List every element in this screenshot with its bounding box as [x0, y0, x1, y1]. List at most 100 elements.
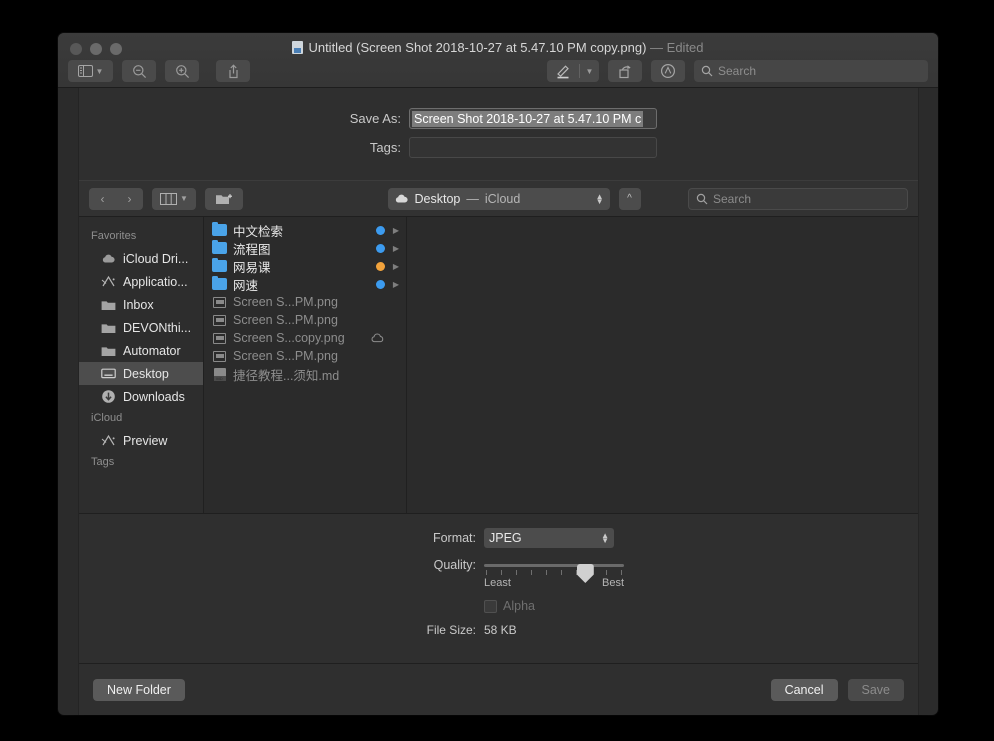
- sidebar-item-label: DEVONthi...: [123, 320, 192, 335]
- tags-label: Tags:: [369, 140, 401, 155]
- file-row[interactable]: Screen S...PM.png: [204, 293, 406, 311]
- file-row[interactable]: Screen S...copy.png: [204, 329, 406, 347]
- save-as-block: Save As: Screen Shot 2018-10-27 at 5.47.…: [79, 88, 918, 180]
- forward-button[interactable]: ›: [116, 187, 143, 210]
- file-size-value: 58 KB: [484, 623, 517, 637]
- markup-button[interactable]: ▼: [547, 60, 599, 82]
- new-folder-button[interactable]: [205, 187, 243, 210]
- save-button[interactable]: Save: [847, 678, 904, 701]
- sidebar-item-preview[interactable]: Preview: [79, 429, 203, 452]
- file-row[interactable]: 捷径教程...须知.md: [204, 365, 406, 383]
- disclosure-triangle-icon[interactable]: ▶: [391, 244, 401, 253]
- browser-search-placeholder: Search: [713, 191, 752, 206]
- applications-icon: [101, 275, 116, 289]
- tags-row: Tags:: [79, 137, 918, 158]
- image-file-icon: [212, 314, 227, 327]
- file-name: 捷径教程...须知.md: [233, 368, 340, 383]
- file-name: Screen S...PM.png: [233, 295, 338, 309]
- format-row: Format: JPEG ▲ ▼: [79, 528, 918, 548]
- browser-search-field[interactable]: Search: [688, 187, 908, 210]
- sidebar-item-inbox[interactable]: Inbox: [79, 293, 203, 316]
- file-row[interactable]: Screen S...PM.png: [204, 311, 406, 329]
- blue-folder-icon: [212, 221, 227, 237]
- preview-window: Untitled (Screen Shot 2018-10-27 at 5.47…: [58, 33, 938, 715]
- marker-pen-icon: [547, 60, 579, 82]
- downloads-arrow-icon: [101, 390, 116, 404]
- file-name: 流程图: [233, 242, 271, 257]
- sidebar-item-label: Downloads: [123, 389, 185, 404]
- sidebar-section-favorites: Favorites: [91, 230, 137, 242]
- sidebar-toggle-button[interactable]: ▼: [68, 60, 113, 82]
- file-row[interactable]: 中文检索 ▶: [204, 221, 406, 239]
- tags-input[interactable]: [409, 137, 657, 158]
- location-popup-button[interactable]: Desktop — iCloud ▲ ▼: [387, 187, 610, 210]
- toolbar-search-placeholder: Search: [718, 64, 757, 78]
- folder-icon: [101, 344, 116, 358]
- disclosure-triangle-icon[interactable]: ▶: [391, 226, 401, 235]
- quality-slider[interactable]: [484, 564, 624, 583]
- window-titlebar: Untitled (Screen Shot 2018-10-27 at 5.47…: [58, 33, 938, 88]
- search-icon: [696, 193, 708, 205]
- quality-slider-track: [484, 564, 624, 567]
- sidebar-item-label: iCloud Dri...: [123, 251, 189, 266]
- file-row[interactable]: 网易课 ▶: [204, 257, 406, 275]
- alpha-label: Alpha: [503, 599, 535, 613]
- blue-folder-icon: [212, 239, 227, 255]
- sidebar-section-tags: Tags: [91, 456, 115, 468]
- chevron-down-icon[interactable]: ▼: [580, 67, 599, 76]
- zoom-out-button[interactable]: [122, 60, 156, 82]
- rotate-left-icon: [617, 64, 633, 79]
- image-file-icon: [212, 350, 227, 363]
- file-row[interactable]: 网速 ▶: [204, 275, 406, 293]
- stepper-arrows-icon[interactable]: ▲ ▼: [601, 532, 609, 545]
- sidebar-item-label: Applicatio...: [123, 274, 188, 289]
- folder-icon: [101, 298, 116, 312]
- alpha-row: Alpha: [79, 599, 918, 613]
- go-up-button[interactable]: ^: [618, 187, 641, 210]
- sidebar-icon: [77, 65, 93, 77]
- alpha-checkbox[interactable]: [484, 599, 497, 613]
- sidebar-item-desktop[interactable]: Desktop: [79, 362, 203, 385]
- annotate-button[interactable]: [651, 60, 685, 82]
- sidebar-item-devonthi[interactable]: DEVONthi...: [79, 316, 203, 339]
- cancel-button[interactable]: Cancel: [770, 678, 838, 701]
- file-name: 网易课: [233, 260, 271, 275]
- file-row[interactable]: Screen S...PM.png: [204, 347, 406, 365]
- disclosure-triangle-icon[interactable]: ▶: [391, 262, 401, 271]
- folder-icon: [101, 321, 116, 335]
- file-size-row: File Size: 58 KB: [79, 623, 918, 637]
- sidebar-item-downloads[interactable]: Downloads: [79, 385, 203, 408]
- file-column-one[interactable]: 中文检索 ▶ 流程图 ▶ 网易课 ▶ 网速 ▶ Screen S...PM.png Screen …: [204, 217, 407, 513]
- back-button[interactable]: ‹: [89, 187, 116, 210]
- column-view-icon: [160, 192, 178, 205]
- save-as-selected-text: Screen Shot 2018-10-27 at 5.47.10 PM c: [412, 110, 644, 127]
- toolbar-right-group: ▼ Search: [547, 60, 928, 82]
- file-column-two[interactable]: [407, 217, 918, 513]
- sidebar-item-iclouddri[interactable]: iCloud Dri...: [79, 247, 203, 270]
- quality-least-label: Least: [484, 577, 511, 589]
- view-mode-button[interactable]: ▼: [152, 187, 196, 210]
- sidebar-section-icloud: iCloud: [91, 412, 123, 424]
- chevron-right-icon: ›: [127, 191, 132, 206]
- image-file-icon: [212, 296, 227, 309]
- zoom-in-button[interactable]: [165, 60, 199, 82]
- applications-icon: [101, 434, 116, 448]
- share-button[interactable]: [216, 60, 250, 82]
- stepper-arrows-icon[interactable]: ▲ ▼: [596, 192, 604, 205]
- file-browser: Favorites iCloud Dri... Applicatio... Inbox…: [79, 217, 918, 513]
- sidebar-item-automator[interactable]: Automator: [79, 339, 203, 362]
- location-service: iCloud: [484, 191, 521, 206]
- rotate-button[interactable]: [608, 60, 642, 82]
- quality-endpoint-labels: Least Best: [484, 577, 624, 589]
- places-sidebar: Favorites iCloud Dri... Applicatio... Inbox…: [79, 217, 204, 513]
- format-popup-button[interactable]: JPEG ▲ ▼: [484, 528, 614, 548]
- sidebar-item-applicatio[interactable]: Applicatio...: [79, 270, 203, 293]
- chevron-down-icon: ▼: [95, 66, 104, 76]
- save-as-input[interactable]: Screen Shot 2018-10-27 at 5.47.10 PM c: [409, 108, 657, 129]
- new-folder-button-footer[interactable]: New Folder: [93, 678, 185, 701]
- blue-folder-icon: [212, 257, 227, 273]
- signature-circle-icon: [660, 63, 676, 79]
- toolbar-search-field[interactable]: Search: [694, 60, 928, 82]
- file-row[interactable]: 流程图 ▶: [204, 239, 406, 257]
- disclosure-triangle-icon[interactable]: ▶: [391, 280, 401, 289]
